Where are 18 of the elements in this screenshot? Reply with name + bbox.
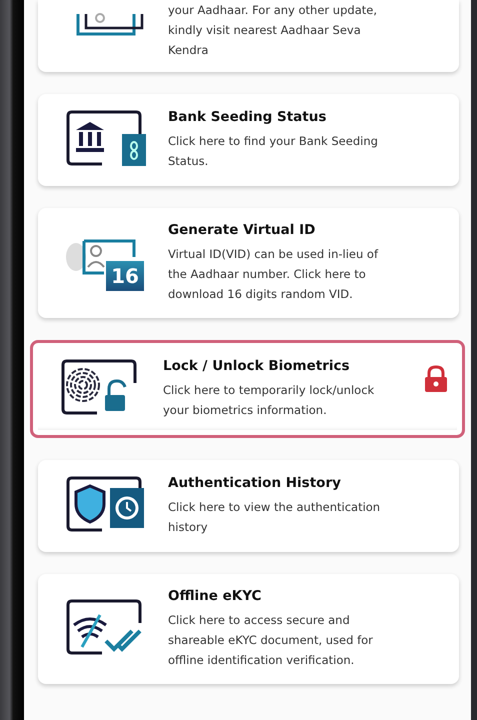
- service-card[interactable]: Bank Seeding Status Click here to find your Bank Seeding Status.: [38, 94, 459, 186]
- service-description: Virtual ID(VID) can be used in-lieu of the Aadhaar number. Click here to download 16 digits random VID.: [168, 246, 380, 303]
- service-card[interactable]: 16 Generate Virtual ID Virtual ID(VID) can be used in-lieu of the Aadhaar number. Click here to download 16 digits random VID.: [38, 208, 459, 318]
- service-description: your Aadhaar. For any other update, kindly visit nearest Aadhaar Seva Kendra: [168, 2, 378, 59]
- service-title: Lock / Unlock Biometrics: [163, 358, 351, 374]
- service-description: Click here to temporarily lock/unlock your biometrics information.: [163, 382, 376, 419]
- service-description: Click here to view the authentication history: [168, 499, 382, 536]
- service-title: Offline eKYC: [168, 588, 262, 604]
- service-description: Click here to find your Bank Seeding Status.: [168, 133, 379, 170]
- service-card[interactable]: Offline eKYC Click here to access secure and shareable eKYC document, used for offline identification verification.: [38, 574, 459, 684]
- service-title: Bank Seeding Status: [168, 109, 328, 125]
- service-card[interactable]: Lock / Unlock Biometrics Click here to temporarily lock/unlock your biometrics information.: [30, 340, 465, 438]
- service-title: Generate Virtual ID: [168, 222, 316, 238]
- service-description: Click here to access secure and shareable eKYC document, used for offline identification verification.: [168, 612, 374, 669]
- number-badge: 16: [106, 261, 144, 291]
- service-card[interactable]: your Aadhaar. For any other update, kindly visit nearest Aadhaar Seva Kendra: [38, 0, 459, 72]
- service-title: Authentication History: [168, 475, 342, 491]
- service-card[interactable]: Authentication History Click here to view the authentication history: [38, 460, 459, 552]
